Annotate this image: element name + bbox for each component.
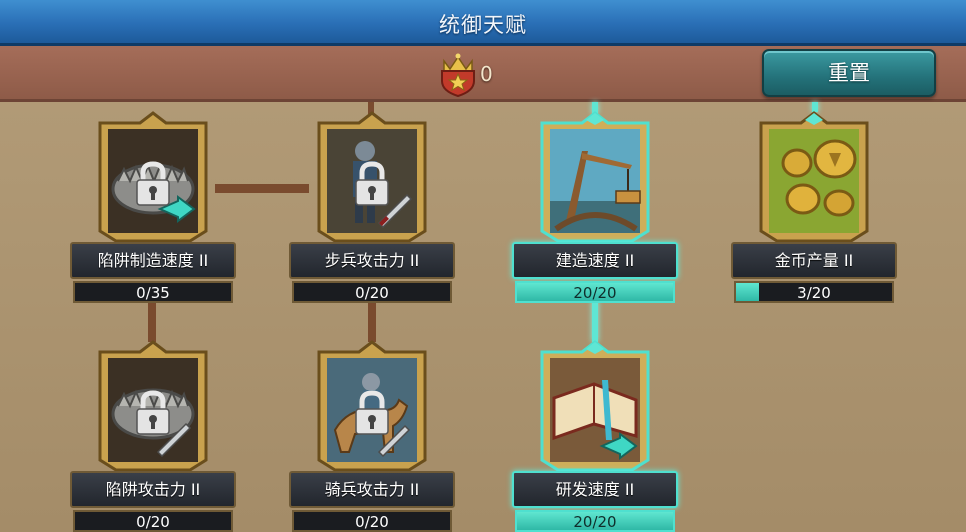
talent-node[interactable]: 骑兵攻击力 II 0/20 (289, 340, 455, 532)
connector-build-to-research (592, 300, 598, 342)
talent-node[interactable]: 研发速度 II 20/20 (512, 340, 678, 532)
progress-text: 3/20 (797, 284, 831, 302)
title-bar: 统御天赋 (0, 0, 966, 46)
lock-icon (136, 161, 170, 206)
progress-text: 0/20 (136, 513, 170, 531)
progress-text: 0/20 (355, 513, 389, 531)
progress-text: 20/20 (573, 284, 617, 302)
gold-coins-icon (759, 111, 869, 243)
lock-icon (136, 390, 170, 435)
talent-points-value: 0 (480, 62, 493, 86)
talent-progress-bar: 20/20 (515, 281, 675, 303)
talent-name: 骑兵攻击力 II (289, 471, 455, 508)
talent-progress-bar: 0/20 (292, 510, 452, 532)
talent-progress-bar: 0/20 (73, 510, 233, 532)
reset-button[interactable]: 重置 (762, 49, 936, 97)
talent-node[interactable]: 陷阱制造速度 II 0/35 (70, 111, 236, 303)
crown-star-icon (441, 53, 475, 97)
talent-name: 步兵攻击力 II (289, 242, 455, 279)
progress-text: 20/20 (573, 513, 617, 531)
talent-name: 建造速度 II (512, 242, 678, 279)
talent-node[interactable]: 陷阱攻击力 II 0/20 (70, 340, 236, 532)
talent-progress-bar: 0/20 (292, 281, 452, 303)
construction-crane-icon (540, 111, 650, 243)
talent-node[interactable]: 金币产量 II 3/20 (731, 111, 897, 303)
talent-name: 陷阱制造速度 II (70, 242, 236, 279)
talent-name: 陷阱攻击力 II (70, 471, 236, 508)
talent-node[interactable]: 建造速度 II 20/20 (512, 111, 678, 303)
lock-icon (355, 390, 389, 435)
talent-progress-bar: 20/20 (515, 510, 675, 532)
connector-trap-build-to-trap-attack (148, 300, 156, 342)
connector-infantry-to-cavalry (368, 300, 376, 342)
open-book-icon (540, 340, 650, 472)
progress-text: 0/35 (136, 284, 170, 302)
lock-icon (355, 161, 389, 206)
talent-name: 金币产量 II (731, 242, 897, 279)
talent-progress-bar: 3/20 (734, 281, 894, 303)
progress-text: 0/20 (355, 284, 389, 302)
talent-progress-bar: 0/35 (73, 281, 233, 303)
talent-name: 研发速度 II (512, 471, 678, 508)
talent-node[interactable]: 步兵攻击力 II 0/20 (289, 111, 455, 303)
page-title: 统御天赋 (439, 13, 527, 37)
